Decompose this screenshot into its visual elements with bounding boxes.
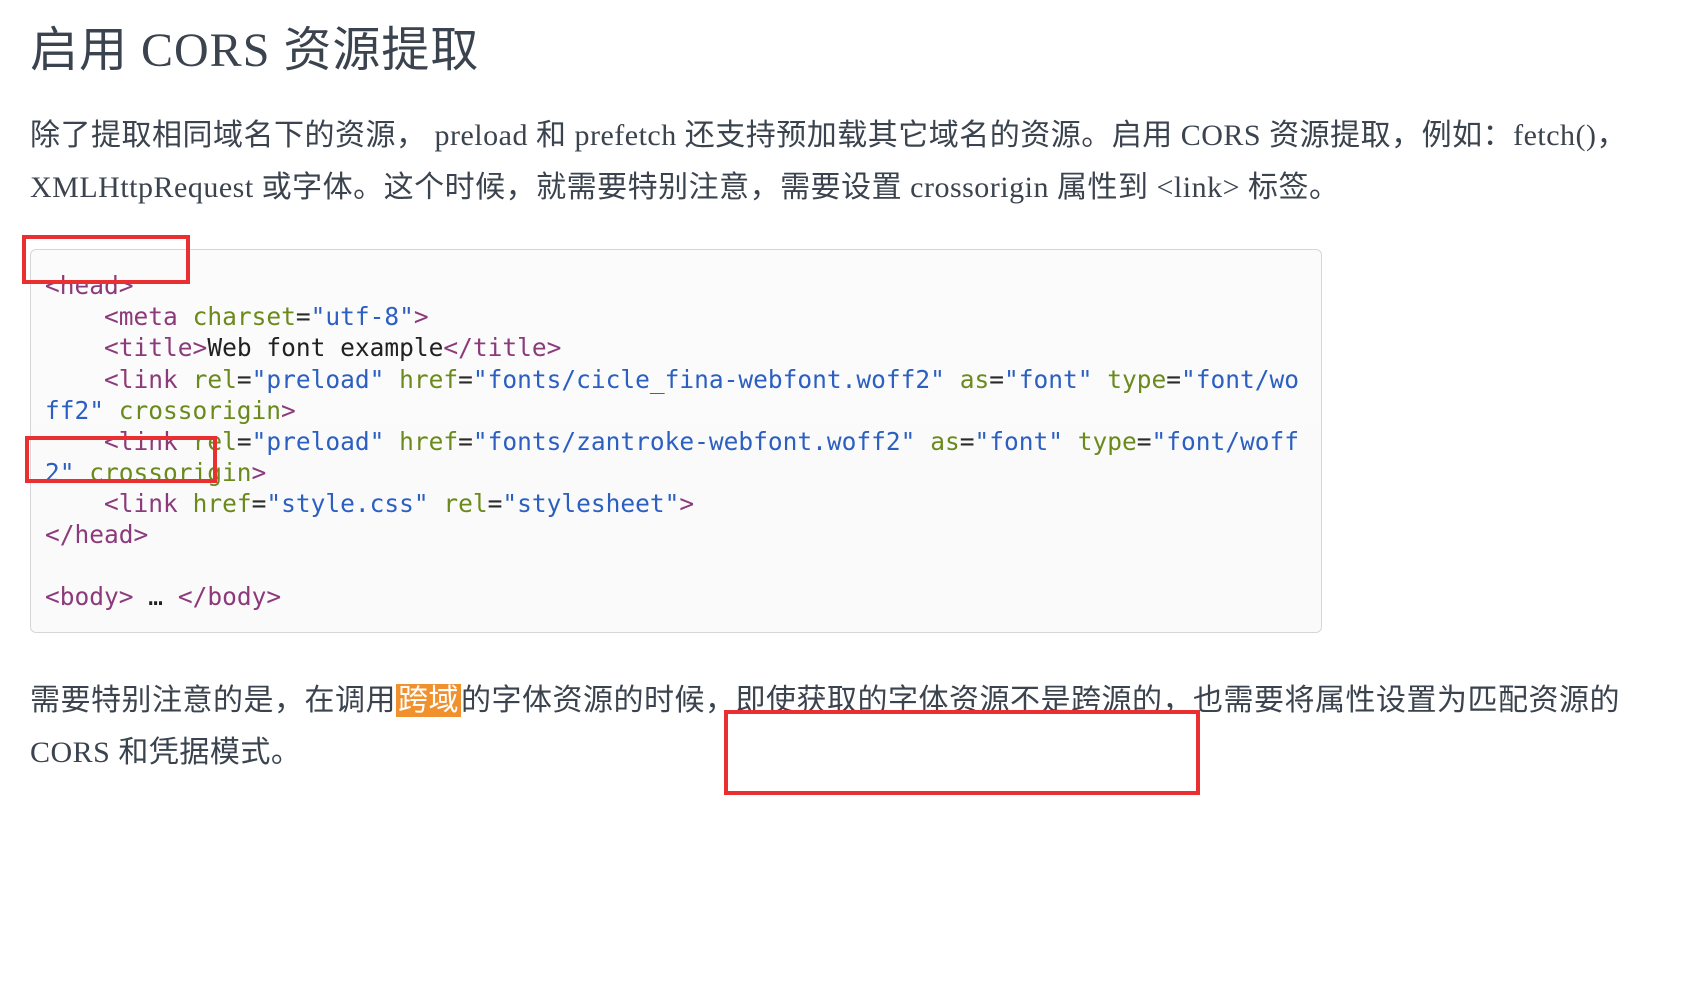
para2-seg4: 即使获取的字体资源不是跨源的， — [736, 684, 1194, 717]
code-link1-a3: as — [960, 365, 990, 394]
code-link1-v1: "preload" — [252, 365, 385, 394]
code-title-close-open: </ — [443, 333, 473, 362]
code-link2-close: > — [252, 458, 267, 487]
code-link1-open: < — [45, 365, 119, 394]
code-link2-a4: type — [1078, 427, 1137, 456]
code-link3-a2: rel — [443, 489, 487, 518]
code-title-tag: title — [119, 333, 193, 362]
code-meta-val: "utf-8" — [311, 302, 414, 331]
code-link1-v2: "fonts/cicle_fina-webfont.woff2" — [473, 365, 945, 394]
code-body-close: > — [266, 582, 281, 611]
code-link2-tag: link — [119, 427, 178, 456]
code-link1-tag: link — [119, 365, 178, 394]
code-title-text: Web font example — [207, 333, 443, 362]
code-link3-sp1 — [178, 489, 193, 518]
code-link2-sp5 — [75, 458, 90, 487]
code-link1-sp1 — [178, 365, 193, 394]
code-body-gt: > — [119, 582, 134, 611]
code-link1-v3: "font" — [1004, 365, 1093, 394]
code-link2-e2: = — [458, 427, 473, 456]
code-link2-open: < — [45, 427, 119, 456]
code-link1-e1: = — [237, 365, 252, 394]
code-link2-v2: "fonts/zantroke-webfont.woff2" — [473, 427, 916, 456]
document-page: 启用 CORS 资源提取 除了提取相同域名下的资源， preload 和 pre… — [0, 10, 1694, 990]
code-body-text: … — [134, 582, 178, 611]
paragraph-1: 除了提取相同域名下的资源， preload 和 prefetch 还支持预加载其… — [30, 110, 1664, 213]
code-meta-attr: charset — [193, 302, 296, 331]
code-link3-e2: = — [488, 489, 503, 518]
code-link2-e3: = — [960, 427, 975, 456]
code-link3-close: > — [679, 489, 694, 518]
para1-seg3: 属性到 <link> 标签。 — [1057, 171, 1340, 204]
code-link1-a1: rel — [193, 365, 237, 394]
code-link2-e4: = — [1137, 427, 1152, 456]
code-head-close: </head> — [45, 520, 148, 549]
code-link3-tag: link — [119, 489, 178, 518]
code-block: <head> <meta charset="utf-8"> <title>Web… — [30, 249, 1322, 633]
page-title: 启用 CORS 资源提取 — [30, 10, 1664, 80]
code-content: <head> <meta charset="utf-8"> <title>Web… — [45, 270, 1307, 612]
code-link2-v3: "font" — [974, 427, 1063, 456]
code-link3-e1: = — [252, 489, 267, 518]
code-link2-sp4 — [1063, 427, 1078, 456]
code-body-tag: body — [60, 582, 119, 611]
code-link3-open: < — [45, 489, 119, 518]
code-meta-eq: = — [296, 302, 311, 331]
code-link1-a4: type — [1107, 365, 1166, 394]
code-link3-v2: "stylesheet" — [502, 489, 679, 518]
code-link1-sp3 — [945, 365, 960, 394]
code-link3-sp2 — [429, 489, 444, 518]
code-link1-e2: = — [458, 365, 473, 394]
code-link2-e1: = — [237, 427, 252, 456]
code-link1-e4: = — [1166, 365, 1181, 394]
code-link1-sp5 — [104, 396, 119, 425]
code-link1-a5: crossorigin — [119, 396, 281, 425]
para1-seg1: 除了提取相同域名下的资源， preload 和 prefetch 还支持预加载其… — [30, 119, 1627, 204]
code-link1-a2: href — [399, 365, 458, 394]
code-link2-v1: "preload" — [252, 427, 385, 456]
code-meta-close: > — [414, 302, 429, 331]
code-title-gt: > — [193, 333, 208, 362]
code-body-open: < — [45, 582, 60, 611]
code-link3-v1: "style.css" — [266, 489, 428, 518]
code-link2-sp2 — [384, 427, 399, 456]
code-link2-a1: rel — [193, 427, 237, 456]
code-meta-sp — [178, 302, 193, 331]
code-title-close-tag: title — [473, 333, 547, 362]
code-link2-sp1 — [178, 427, 193, 456]
para2-seg3: 的字体资源的时候， — [461, 684, 736, 717]
code-link1-close: > — [281, 396, 296, 425]
code-meta-tag: meta — [119, 302, 178, 331]
para2-highlight: 跨域 — [396, 684, 461, 717]
code-link2-a3: as — [930, 427, 960, 456]
code-body-close-tag: body — [207, 582, 266, 611]
code-link3-a1: href — [193, 489, 252, 518]
code-link1-e3: = — [989, 365, 1004, 394]
paragraph-2: 需要特别注意的是，在调用跨域的字体资源的时候，即使获取的字体资源不是跨源的，也需… — [30, 675, 1664, 778]
code-link1-sp2 — [384, 365, 399, 394]
para1-seg2: crossorigin — [910, 171, 1057, 204]
code-link1-sp4 — [1092, 365, 1107, 394]
code-link2-a5: crossorigin — [89, 458, 251, 487]
code-title-close: > — [547, 333, 562, 362]
code-link2-a2: href — [399, 427, 458, 456]
code-title-open: < — [45, 333, 119, 362]
para2-seg1: 需要特别注意的是，在调用 — [30, 684, 396, 717]
code-meta-open: < — [45, 302, 119, 331]
code-link2-sp3 — [915, 427, 930, 456]
code-head-open: <head> — [45, 271, 134, 300]
code-body-close-open: </ — [178, 582, 208, 611]
